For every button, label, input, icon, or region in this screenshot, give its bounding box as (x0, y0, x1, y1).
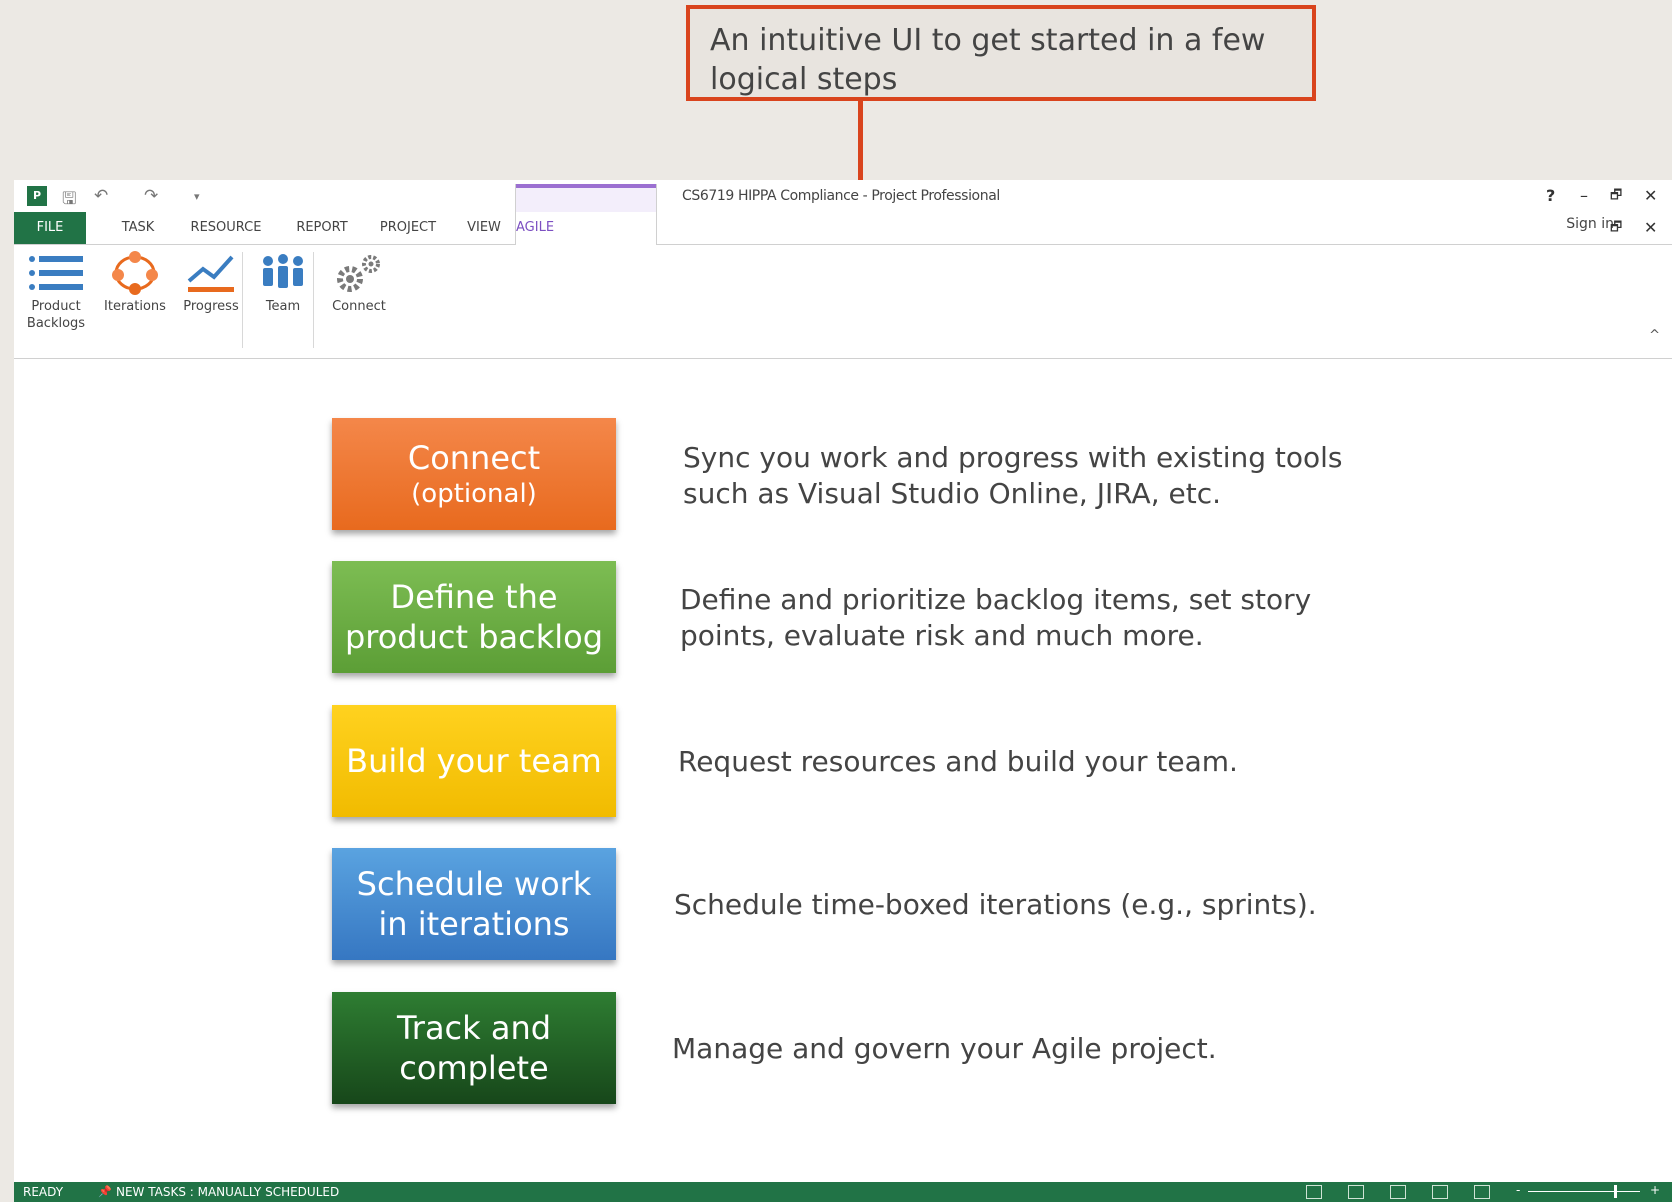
product-backlogs-label-2: Backlogs (26, 316, 86, 331)
zoom-slider[interactable] (1528, 1191, 1640, 1192)
callout-box: An intuitive UI to get started in a few … (686, 5, 1316, 101)
step-build-team-title: Build your team (346, 742, 602, 780)
backlog-list-icon (22, 248, 90, 298)
agile-tab-label: AGILE (516, 220, 555, 235)
task-usage-view-icon[interactable] (1348, 1185, 1364, 1199)
callout-text: An intuitive UI to get started in a few … (710, 23, 1266, 97)
product-backlogs-label-1: Product (31, 299, 81, 314)
team-people-icon (254, 248, 312, 298)
step-define-backlog[interactable]: Define the product backlog (332, 561, 616, 673)
zoom-in-icon[interactable]: + (1650, 1183, 1660, 1197)
minimize-icon[interactable]: – (1580, 186, 1588, 205)
iterations-cycle-icon (98, 248, 172, 298)
step-track-complete[interactable]: Track and complete (332, 992, 616, 1104)
step-define-title-1: Define the (390, 578, 558, 616)
ribbon-panel: Product Backlogs Iterations Progress Tea… (14, 244, 1672, 359)
status-new-tasks[interactable]: NEW TASKS : MANUALLY SCHEDULED (116, 1185, 339, 1199)
undo-icon[interactable]: ↶ (94, 186, 108, 206)
sign-in-link[interactable]: Sign in (1566, 216, 1614, 232)
connect-label: Connect (332, 299, 386, 314)
step-track-title-1: Track and (396, 1009, 552, 1047)
step-schedule-title-2: in iterations (378, 905, 570, 943)
pin-icon: 📌 (98, 1185, 112, 1198)
tab-project[interactable]: PROJECT (366, 212, 450, 244)
connect-button[interactable]: Connect (322, 248, 396, 348)
tab-view[interactable]: VIEW (454, 212, 514, 244)
step-schedule-title-1: Schedule work (356, 865, 592, 903)
step-connect-subtitle: (optional) (411, 479, 537, 509)
step-build-team[interactable]: Build your team (332, 705, 616, 817)
tab-file[interactable]: FILE (14, 212, 86, 244)
team-button[interactable]: Team (254, 248, 312, 348)
step-track-description: Manage and govern your Agile project. (672, 1032, 1217, 1065)
tab-report[interactable]: REPORT (282, 212, 362, 244)
window-title: CS6719 HIPPA Compliance - Project Profes… (682, 188, 1000, 204)
connect-gears-icon (322, 248, 396, 298)
step-schedule-description: Schedule time-boxed iterations (e.g., sp… (674, 888, 1317, 921)
ribbon-separator (313, 252, 314, 348)
save-icon[interactable]: 🖫 (62, 186, 76, 215)
step-connect[interactable]: Connect (optional) (332, 418, 616, 530)
gantt-view-icon[interactable] (1306, 1185, 1322, 1199)
customize-qat-icon[interactable]: ▾ (194, 190, 200, 203)
report-view-icon[interactable] (1474, 1185, 1490, 1199)
status-bar: READY 📌 NEW TASKS : MANUALLY SCHEDULED -… (14, 1182, 1672, 1202)
resource-sheet-view-icon[interactable] (1432, 1185, 1448, 1199)
zoom-out-icon[interactable]: - (1516, 1183, 1520, 1197)
step-schedule-work[interactable]: Schedule work in iterations (332, 848, 616, 960)
step-define-title-2: product backlog (344, 618, 604, 656)
product-backlogs-button[interactable]: Product Backlogs (22, 248, 90, 348)
progress-label: Progress (183, 299, 239, 314)
step-connect-description: Sync you work and progress with existing… (683, 441, 1343, 510)
team-label: Team (265, 299, 301, 314)
step-connect-title: Connect (407, 439, 541, 477)
help-icon[interactable]: ? (1546, 186, 1555, 205)
project-app-icon: P (27, 186, 47, 206)
step-track-title-2: complete (399, 1049, 549, 1087)
restore-icon[interactable]: 🗗 (1610, 186, 1622, 208)
agile-tab-highlight (516, 188, 656, 212)
iterations-label: Iterations (104, 299, 166, 314)
step-build-team-description: Request resources and build your team. (678, 745, 1238, 778)
status-ready: READY (23, 1185, 64, 1199)
progress-button[interactable]: Progress (174, 248, 248, 348)
team-planner-view-icon[interactable] (1390, 1185, 1406, 1199)
iterations-button[interactable]: Iterations (98, 248, 172, 348)
close-icon[interactable]: ✕ (1644, 186, 1657, 205)
ribbon-separator (242, 252, 243, 348)
redo-icon[interactable]: ↷ (144, 186, 158, 206)
ribbon-restore-icon[interactable]: 🗗 (1610, 218, 1622, 240)
step-define-description: Define and prioritize backlog items, set… (680, 583, 1312, 652)
collapse-ribbon-icon[interactable]: ^ (1649, 328, 1660, 343)
tab-agile[interactable]: AGILE (515, 184, 657, 245)
zoom-slider-thumb[interactable] (1614, 1185, 1617, 1198)
ribbon-close-icon[interactable]: ✕ (1644, 218, 1657, 237)
title-bar: P 🖫 ↶ ↷ ▾ CS6719 HIPPA Compliance - Proj… (14, 180, 1672, 212)
progress-chart-icon (174, 248, 248, 298)
tab-resource[interactable]: RESOURCE (176, 212, 276, 244)
tab-task[interactable]: TASK (102, 212, 174, 244)
